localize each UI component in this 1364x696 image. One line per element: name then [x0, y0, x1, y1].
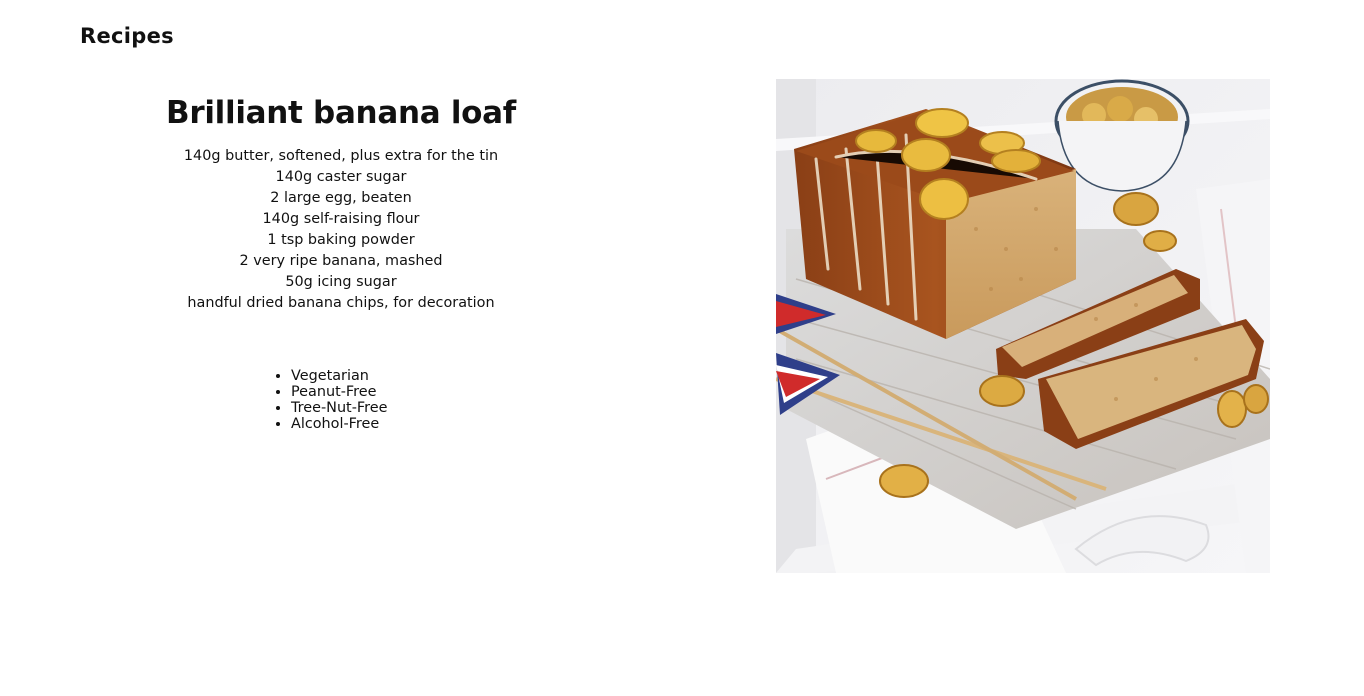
ingredient-item: 140g caster sugar	[275, 169, 407, 185]
recipe-details: Brilliant banana loaf 140g butter, softe…	[120, 92, 562, 314]
banana-loaf-photo	[776, 79, 1270, 573]
ingredient-list: 140g butter, softened, plus extra for th…	[120, 146, 562, 314]
dietary-tag: Alcohol-Free	[291, 416, 387, 432]
dietary-tag-list: Vegetarian Peanut-Free Tree-Nut-Free Alc…	[291, 368, 387, 432]
recipe-photo	[776, 79, 1270, 573]
ingredient-item: 1 tsp baking powder	[267, 232, 415, 248]
recipe-page: Recipes Brilliant banana loaf 140g butte…	[0, 0, 1364, 696]
dietary-tag: Tree-Nut-Free	[291, 400, 387, 416]
ingredient-item: handful dried banana chips, for decorati…	[187, 295, 495, 311]
ingredient-item: 140g self-raising flour	[262, 211, 420, 227]
ingredient-item: 140g butter, softened, plus extra for th…	[183, 148, 499, 164]
ingredient-item: 50g icing sugar	[285, 274, 397, 290]
dietary-tag: Vegetarian	[291, 368, 387, 384]
recipe-title: Brilliant banana loaf	[166, 95, 516, 131]
site-title[interactable]: Recipes	[80, 24, 174, 48]
ingredient-item: 2 very ripe banana, mashed	[239, 253, 443, 269]
dietary-tag: Peanut-Free	[291, 384, 387, 400]
ingredient-item: 2 large egg, beaten	[270, 190, 412, 206]
